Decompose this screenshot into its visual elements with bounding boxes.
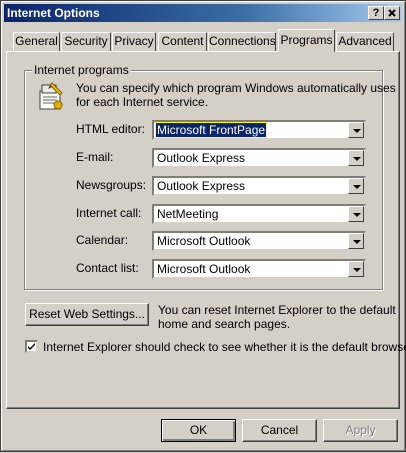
check-icon [28,343,35,350]
chevron-down-icon[interactable] [348,178,364,194]
reset-web-settings-button[interactable]: Reset Web Settings... [25,303,149,326]
chevron-down-icon[interactable] [348,261,364,277]
default-browser-label[interactable]: Internet Explorer should check to see wh… [43,340,406,354]
cancel-button[interactable]: Cancel [242,419,317,442]
apply-button[interactable]: Apply [323,419,398,442]
calendar-select[interactable]: Microsoft Outlook [152,231,366,251]
internet-call-select[interactable]: NetMeeting [152,204,366,224]
contact-list-select[interactable]: Microsoft Outlook [152,259,366,279]
newsgroups-label: Newsgroups: [76,178,147,192]
calendar-value: Microsoft Outlook [157,234,251,248]
html-editor-select[interactable]: Microsoft FrontPage [152,120,366,140]
calendar-label: Calendar: [76,233,129,247]
reset-description-line2: home and search pages. [158,317,291,331]
chevron-down-icon[interactable] [348,122,364,138]
email-select[interactable]: Outlook Express [152,148,366,168]
email-value: Outlook Express [157,151,246,165]
programs-description-line2: for each Internet service. [76,95,209,109]
internet-options-window: Internet Options ? General Security Priv… [0,0,406,452]
group-label: Internet programs [32,63,131,77]
chevron-down-icon[interactable] [348,206,364,222]
html-editor-label: HTML editor: [76,122,145,136]
programs-description-line1: You can specify which program Windows au… [76,81,396,95]
newsgroups-value: Outlook Express [157,179,246,193]
programs-icon [39,82,63,110]
default-browser-checkbox[interactable] [25,340,38,353]
email-label: E-mail: [76,150,114,164]
chevron-down-icon[interactable] [348,233,364,249]
newsgroups-select[interactable]: Outlook Express [152,176,366,196]
chevron-down-icon[interactable] [348,150,364,166]
reset-description-line1: You can reset Internet Explorer to the d… [158,303,396,317]
contact-list-value: Microsoft Outlook [157,262,251,276]
internet-call-value: NetMeeting [157,207,219,221]
internet-call-label: Internet call: [76,206,142,220]
html-editor-value: Microsoft FrontPage [154,122,268,138]
contact-list-label: Contact list: [76,261,139,275]
ok-button[interactable]: OK [161,419,236,442]
